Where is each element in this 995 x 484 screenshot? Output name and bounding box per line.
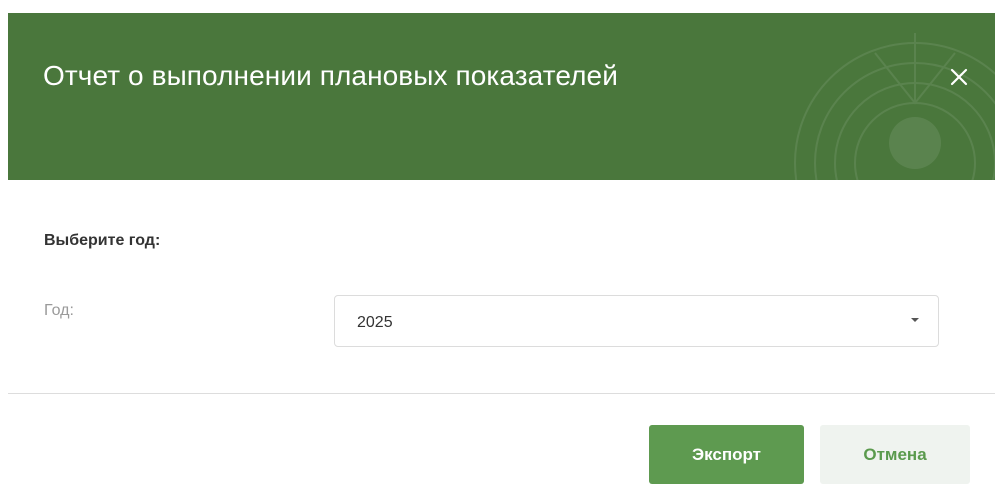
- dialog-title: Отчет о выполнении плановых показателей: [43, 60, 618, 91]
- cancel-button[interactable]: Отмена: [820, 425, 970, 484]
- footer-divider: [8, 393, 995, 394]
- caret-down-icon: [911, 318, 919, 322]
- close-button[interactable]: [945, 63, 973, 91]
- emblem-watermark-icon: [794, 33, 995, 180]
- close-icon: [950, 68, 968, 86]
- select-year-heading: Выберите год:: [44, 232, 161, 249]
- dialog-header: Отчет о выполнении плановых показателей: [8, 13, 995, 180]
- year-field-label: Год:: [44, 302, 74, 319]
- export-button[interactable]: Экспорт: [649, 425, 804, 484]
- report-dialog: Отчет о выполнении плановых показателей …: [0, 0, 995, 484]
- year-select[interactable]: 2025: [334, 295, 939, 347]
- year-select-value: 2025: [357, 314, 393, 331]
